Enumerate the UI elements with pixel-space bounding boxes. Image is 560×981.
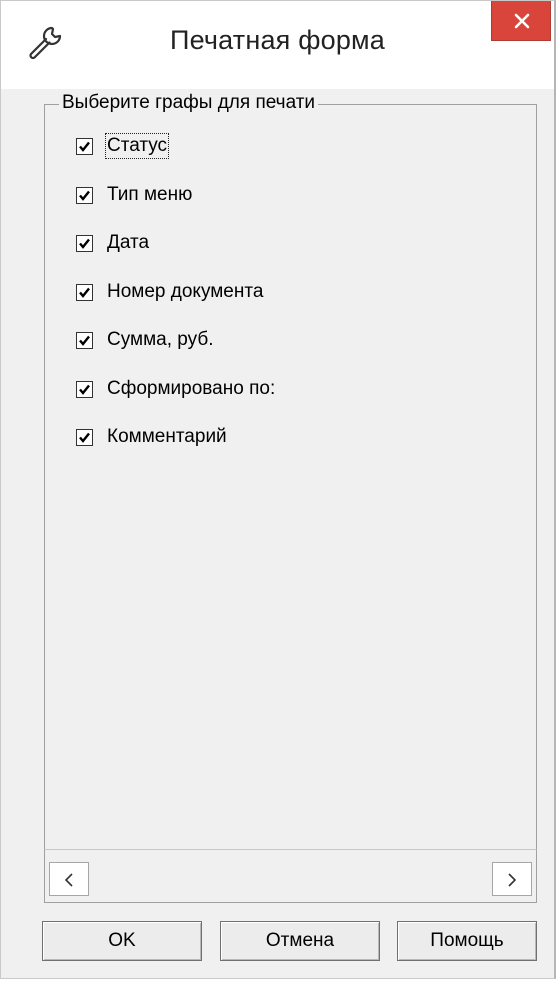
column-checkbox-item[interactable]: Сумма, руб. (76, 328, 214, 352)
cancel-button[interactable]: Отмена (220, 921, 380, 961)
column-checkbox-item[interactable]: Сформировано по: (76, 377, 275, 401)
checkbox-label: Статус (104, 133, 170, 159)
checkbox-label: Номер документа (107, 281, 264, 302)
column-checkbox-item[interactable]: Номер документа (76, 280, 263, 304)
checkbox[interactable] (76, 428, 93, 446)
column-checkbox-item[interactable]: Тип меню (76, 183, 192, 207)
scroll-left-button[interactable] (49, 862, 89, 896)
horizontal-scrollbar[interactable] (44, 849, 537, 903)
column-checkbox-item[interactable]: Дата (76, 231, 149, 255)
checkbox[interactable] (76, 331, 93, 349)
checkbox-label: Сумма, руб. (107, 329, 214, 350)
checkbox-label: Тип меню (107, 184, 193, 205)
groupbox-title: Выберите графы для печати (59, 92, 319, 114)
column-checkbox-item[interactable]: Статус (76, 133, 170, 159)
help-button[interactable]: Помощь (397, 921, 537, 961)
title-bar[interactable]: Печатная форма (1, 1, 554, 89)
checkbox[interactable] (76, 186, 93, 204)
scroll-right-button[interactable] (492, 862, 532, 896)
print-form-dialog: Печатная форма Выберите графы для печати… (0, 0, 556, 979)
columns-groupbox (44, 104, 537, 849)
checkbox-label: Комментарий (107, 426, 227, 447)
checkbox[interactable] (76, 283, 93, 301)
close-button[interactable] (491, 1, 551, 41)
checkbox[interactable] (76, 380, 93, 398)
column-checkbox-item[interactable]: Комментарий (76, 425, 227, 449)
checkbox-label: Дата (107, 232, 150, 253)
checkbox-label: Сформировано по: (107, 378, 276, 399)
checkbox[interactable] (76, 234, 93, 252)
checkbox[interactable] (76, 137, 93, 155)
ok-button[interactable]: OK (42, 921, 202, 961)
window-title: Печатная форма (169, 25, 386, 55)
